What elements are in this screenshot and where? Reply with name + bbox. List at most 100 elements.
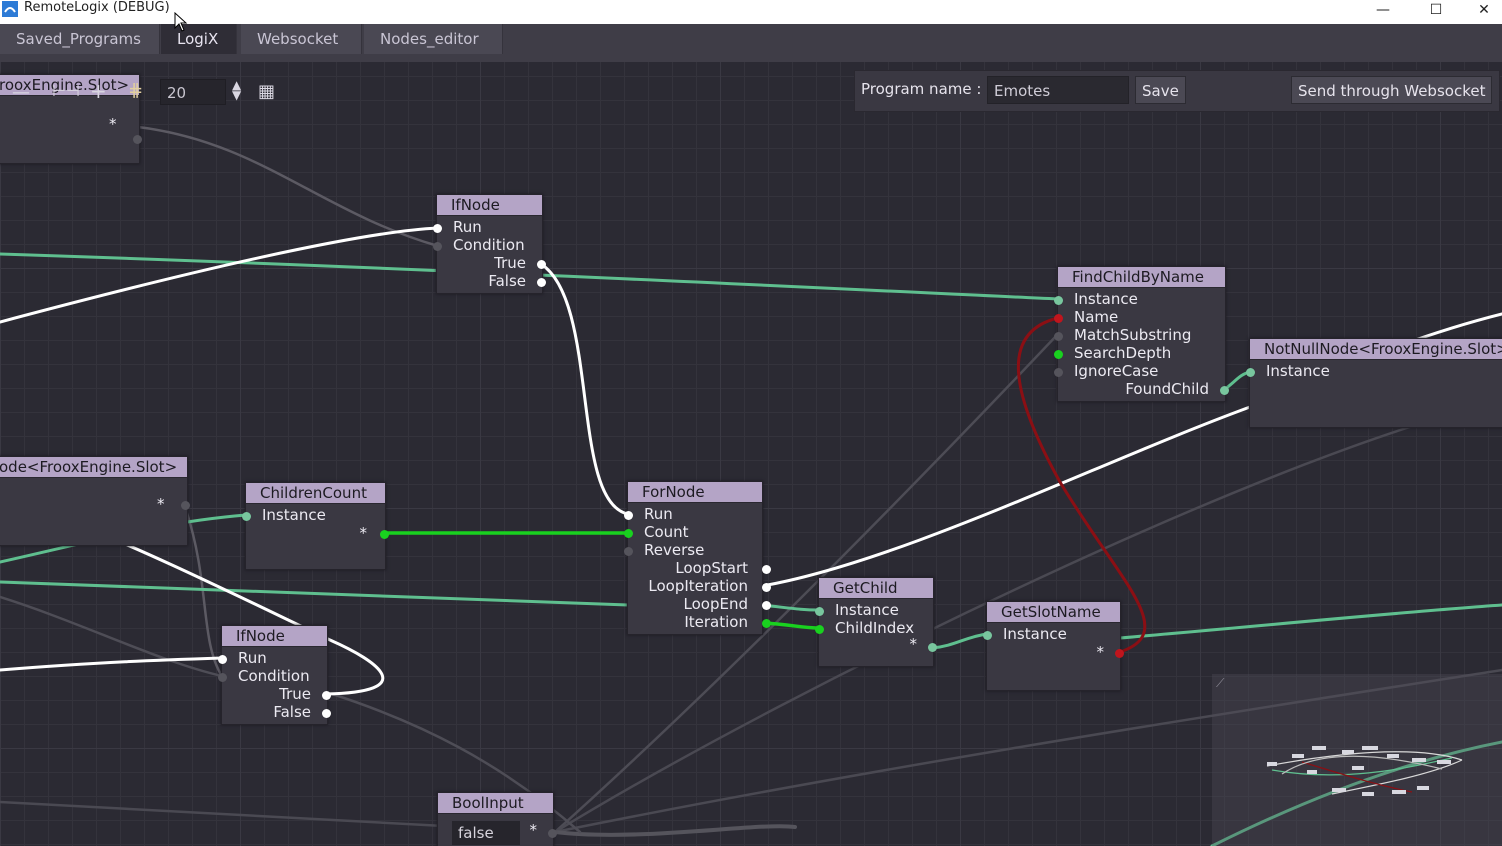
output-star: * (1096, 643, 1105, 661)
wire (0, 226, 440, 324)
output-star: * (529, 821, 538, 839)
output-port-value[interactable] (548, 829, 557, 838)
zoom-in-icon[interactable]: + (90, 79, 107, 103)
output-port[interactable] (181, 501, 190, 510)
maximize-button[interactable]: ☐ (1413, 0, 1459, 20)
output-star: * (157, 495, 165, 513)
input-port-instance[interactable] (1054, 296, 1063, 305)
node-title: IfNode (437, 195, 542, 216)
input-label: Run (644, 505, 673, 523)
tab-nodes-editor[interactable]: Nodes_editor (364, 24, 503, 54)
input-port-instance[interactable] (1246, 368, 1255, 377)
output-star: * (359, 524, 368, 542)
node-getchild[interactable]: GetChild Instance ChildIndex * (815, 577, 937, 667)
input-label: Condition (238, 667, 310, 685)
output-port-child[interactable] (928, 643, 937, 652)
input-port-run[interactable] (433, 224, 442, 233)
input-port-run[interactable] (218, 655, 227, 664)
graph-canvas[interactable]: rooxEngine.Slot> * — ⊢⊣ + ⋕ 20 ▲ ▼ ▦ Prog… (0, 62, 1502, 846)
input-label: Instance (835, 601, 899, 619)
input-label: Instance (1003, 625, 1067, 643)
title-bar: RemoteLogix (DEBUG) — ☐ ✕ (0, 0, 1502, 24)
snap-distance-field[interactable]: 20 (160, 79, 226, 105)
node-title: GetSlotName (987, 602, 1120, 623)
output-port-foundchild[interactable] (1220, 386, 1229, 395)
output-port-true[interactable] (322, 691, 331, 700)
input-port-instance[interactable] (983, 631, 992, 640)
output-port-loopstart[interactable] (762, 565, 771, 574)
input-label: Run (453, 218, 482, 236)
input-port-ignorecase[interactable] (1054, 368, 1063, 377)
spinner-icon[interactable]: ▲ ▼ (232, 79, 241, 101)
input-label: Instance (262, 506, 326, 524)
output-port[interactable] (133, 135, 142, 144)
node-notnull[interactable]: NotNullNode<FrooxEngine.Slot> Instance (1246, 338, 1502, 428)
output-port-false[interactable] (537, 278, 546, 287)
app-icon (2, 1, 18, 17)
output-port-loopiteration[interactable] (762, 583, 771, 592)
node-childrencount[interactable]: ChildrenCount Instance * (242, 482, 389, 570)
node-ifnode-top[interactable]: IfNode Run Condition True False (433, 194, 546, 294)
input-port-name[interactable] (1054, 314, 1063, 323)
output-star: * (109, 115, 117, 133)
node-fornode[interactable]: ForNode Run Count Reverse LoopStart Loop… (624, 481, 771, 635)
output-label: FoundChild (1125, 380, 1209, 398)
minimap[interactable]: ⟋ (1212, 674, 1502, 846)
output-port-count[interactable] (380, 530, 389, 539)
input-port-run[interactable] (624, 511, 633, 520)
input-port-instance[interactable] (242, 512, 251, 521)
input-port-searchdepth[interactable] (1054, 350, 1063, 359)
wire (0, 580, 630, 607)
snap-grid-icon[interactable]: ⋕ (128, 80, 143, 101)
maximize-icon: ☐ (1429, 2, 1443, 18)
minimize-icon: — (1376, 2, 1390, 18)
node-title: GetChild (819, 578, 933, 599)
program-panel: Program name : Emotes Save Send through … (854, 70, 1500, 112)
node-ifnode-bottom[interactable]: IfNode Run Condition True False (218, 625, 331, 725)
input-port-matchsubstring[interactable] (1054, 332, 1063, 341)
output-port-true[interactable] (537, 260, 546, 269)
input-port-reverse[interactable] (624, 547, 633, 556)
input-port-childindex[interactable] (815, 625, 824, 634)
input-label: Name (1074, 308, 1119, 326)
program-name-label: Program name : (861, 80, 982, 98)
input-port-instance[interactable] (815, 607, 824, 616)
output-port-false[interactable] (322, 709, 331, 718)
save-button[interactable]: Save (1135, 76, 1186, 104)
zoom-reset-icon[interactable]: ⊢⊣ (52, 81, 80, 100)
output-port-loopend[interactable] (762, 601, 771, 610)
zoom-out-icon[interactable]: — (12, 82, 30, 103)
node-title: ode<FrooxEngine.Slot> (0, 457, 187, 478)
node-getslotname[interactable]: GetSlotName Instance * (983, 601, 1124, 691)
minimap-preview (1266, 746, 1463, 796)
node-findchildbyname[interactable]: FindChildByName Instance Name MatchSubst… (1054, 266, 1229, 402)
node-slot-left[interactable]: ode<FrooxEngine.Slot> * (0, 456, 190, 546)
input-port-condition[interactable] (433, 242, 442, 251)
input-label: MatchSubstring (1074, 326, 1192, 344)
tab-websocket[interactable]: Websocket (241, 24, 362, 54)
output-label: True (279, 685, 311, 703)
output-port-iteration[interactable] (762, 619, 771, 628)
minimize-button[interactable]: — (1360, 0, 1406, 20)
node-boolinput[interactable]: BoolInput false * (437, 792, 557, 846)
output-port-name[interactable] (1115, 649, 1124, 658)
input-label: Instance (1074, 290, 1138, 308)
program-name-input[interactable]: Emotes (987, 76, 1129, 104)
output-label: Iteration (684, 613, 748, 631)
minimap-toggle-icon[interactable]: ▦ (258, 81, 275, 102)
node-title: ChildrenCount (246, 483, 385, 504)
tab-logix[interactable]: LogiX (161, 24, 237, 54)
input-label: IgnoreCase (1074, 362, 1159, 380)
wire (553, 824, 797, 837)
input-port-count[interactable] (624, 529, 633, 538)
input-label: Count (644, 523, 689, 541)
wire (136, 125, 440, 248)
output-label: LoopIteration (648, 577, 748, 595)
minimap-resize-icon[interactable]: ⟋ (1216, 676, 1224, 691)
close-button[interactable]: ✕ (1466, 0, 1502, 20)
tab-saved-programs[interactable]: Saved_Programs (0, 24, 160, 54)
bool-value-field[interactable]: false (452, 821, 520, 845)
input-port-condition[interactable] (218, 673, 227, 682)
input-label: SearchDepth (1074, 344, 1172, 362)
send-websocket-button[interactable]: Send through Websocket (1291, 76, 1493, 104)
